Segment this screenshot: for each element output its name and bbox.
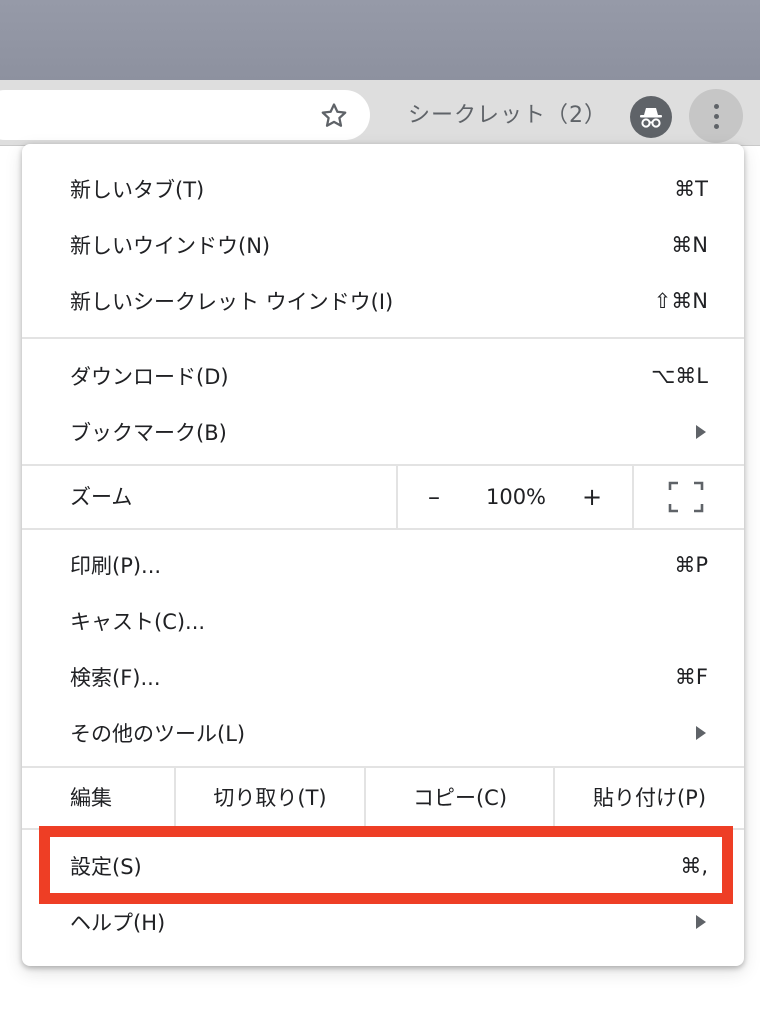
- browser-main-menu: 新しいタブ(T) ⌘T 新しいウインドウ(N) ⌘N 新しいシークレット ウイン…: [22, 144, 744, 966]
- zoom-level: 100%: [485, 485, 547, 509]
- menu-item-label: 新しいタブ(T): [70, 178, 205, 202]
- browser-menu-button[interactable]: [689, 89, 743, 143]
- menu-separator: [22, 528, 744, 530]
- more-vert-icon: [713, 103, 719, 129]
- menu-separator: [22, 828, 744, 830]
- menu-item-label: ヘルプ(H): [70, 911, 166, 935]
- menu-item-find[interactable]: 検索(F)... ⌘F: [22, 649, 744, 705]
- window-titlebar: [0, 0, 760, 80]
- zoom-divider: [632, 466, 634, 528]
- paste-button[interactable]: 貼り付け(P): [555, 768, 744, 828]
- menu-item-label: ダウンロード(D): [70, 365, 229, 389]
- incognito-window-count[interactable]: シークレット（2）: [408, 100, 607, 132]
- menu-item-cast[interactable]: キャスト(C)...: [22, 593, 744, 649]
- menu-item-label: 設定(S): [70, 855, 142, 879]
- zoom-label: ズーム: [70, 485, 133, 509]
- menu-item-new-window[interactable]: 新しいウインドウ(N) ⌘N: [22, 217, 744, 273]
- menu-item-print[interactable]: 印刷(P)... ⌘P: [22, 537, 744, 593]
- menu-item-shortcut: ⌘P: [674, 553, 708, 577]
- menu-item-shortcut: ⇧⌘N: [653, 289, 708, 313]
- menu-item-label: 印刷(P)...: [70, 554, 162, 578]
- menu-item-help[interactable]: ヘルプ(H): [22, 894, 744, 950]
- menu-item-shortcut: ⌥⌘L: [651, 364, 708, 388]
- menu-item-label: ブックマーク(B): [70, 421, 227, 445]
- menu-item-more-tools[interactable]: その他のツール(L): [22, 705, 744, 761]
- cut-button[interactable]: 切り取り(T): [176, 768, 364, 828]
- menu-item-label: 検索(F)...: [70, 666, 161, 690]
- address-bar[interactable]: [0, 90, 370, 140]
- menu-item-shortcut: ⌘T: [674, 177, 708, 201]
- menu-item-label: キャスト(C)...: [70, 610, 206, 634]
- menu-item-shortcut: ⌘N: [671, 233, 708, 257]
- zoom-out-button[interactable]: –: [414, 467, 454, 527]
- edit-label: 編集: [70, 786, 112, 810]
- menu-item-downloads[interactable]: ダウンロード(D) ⌥⌘L: [22, 348, 744, 404]
- menu-separator: [22, 337, 744, 339]
- zoom-in-button[interactable]: +: [572, 467, 612, 527]
- submenu-arrow-icon: [696, 425, 706, 439]
- zoom-divider: [396, 466, 398, 528]
- menu-item-label: その他のツール(L): [70, 722, 246, 746]
- submenu-arrow-icon: [696, 915, 706, 929]
- incognito-icon[interactable]: [630, 96, 672, 138]
- menu-separator: [22, 464, 744, 466]
- bookmark-star-icon[interactable]: [318, 100, 350, 132]
- menu-item-shortcut: ⌘F: [674, 665, 708, 689]
- copy-button[interactable]: コピー(C): [366, 768, 554, 828]
- menu-item-label: 新しいウインドウ(N): [70, 234, 271, 258]
- submenu-arrow-icon: [696, 726, 706, 740]
- menu-item-label: 新しいシークレット ウインドウ(I): [70, 290, 394, 314]
- menu-item-shortcut: ⌘,: [680, 854, 708, 878]
- fullscreen-icon[interactable]: [668, 481, 704, 513]
- menu-item-settings[interactable]: 設定(S) ⌘,: [22, 838, 744, 894]
- menu-item-bookmarks[interactable]: ブックマーク(B): [22, 404, 744, 460]
- menu-item-new-incognito-window[interactable]: 新しいシークレット ウインドウ(I) ⇧⌘N: [22, 273, 744, 329]
- menu-item-new-tab[interactable]: 新しいタブ(T) ⌘T: [22, 161, 744, 217]
